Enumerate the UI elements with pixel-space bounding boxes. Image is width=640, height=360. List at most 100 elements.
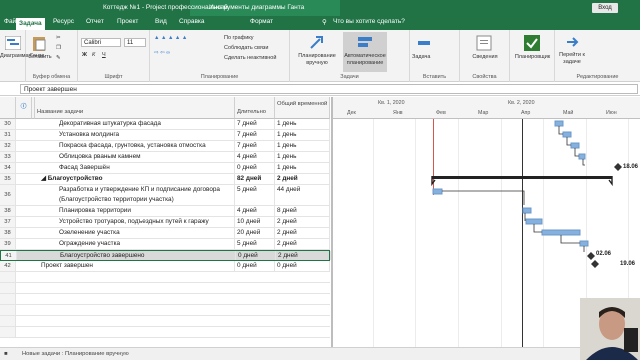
- duration-cell[interactable]: 10 дней: [235, 217, 275, 227]
- task-insert-icon[interactable]: [416, 35, 432, 51]
- duration-cell[interactable]: 0 дней: [236, 251, 276, 260]
- underline-button[interactable]: Ч: [102, 52, 106, 58]
- tab-project[interactable]: Проект: [117, 18, 138, 25]
- tab-report[interactable]: Отчет: [86, 18, 104, 25]
- auto-schedule-icon[interactable]: [357, 34, 373, 50]
- task-insert-button[interactable]: Задача: [412, 54, 430, 60]
- total-slack-cell[interactable]: 8 дней: [275, 206, 330, 216]
- font-name-select[interactable]: Calibri: [81, 38, 121, 47]
- duration-cell[interactable]: 5 дней: [235, 185, 275, 205]
- total-slack-cell[interactable]: 1 день: [275, 119, 330, 129]
- task-name-cell[interactable]: ◢ Благоустройство: [35, 174, 235, 184]
- total-slack-cell[interactable]: 44 дней: [275, 185, 330, 205]
- milestone-facade[interactable]: [614, 163, 622, 171]
- duration-cell[interactable]: 7 дней: [235, 141, 275, 151]
- task-name-cell[interactable]: Фасад Завершён: [35, 163, 235, 173]
- make-inactive-button[interactable]: Сделать неактивной: [224, 55, 276, 61]
- table-row[interactable]: 37 Устройство тротуаров, подъездных путей…: [0, 217, 330, 228]
- task-bar[interactable]: [522, 207, 532, 214]
- task-bar[interactable]: [579, 240, 589, 247]
- duration-cell[interactable]: 7 дней: [235, 130, 275, 140]
- total-slack-column-header[interactable]: Общий временной: [275, 97, 330, 119]
- on-schedule-button[interactable]: По графику: [224, 35, 253, 41]
- info-button[interactable]: Сведения: [460, 54, 510, 60]
- task-name-cell[interactable]: Покраска фасада, грунтовка, установка от…: [35, 141, 235, 151]
- total-slack-cell[interactable]: 2 дней: [275, 174, 330, 184]
- font-size-select[interactable]: 11: [124, 38, 146, 47]
- table-row[interactable]: 38 Планировка территории 4 дней 8 дней: [0, 206, 330, 217]
- table-row[interactable]: 38 Озеленение участка 20 дней 2 дней: [0, 228, 330, 239]
- empty-row[interactable]: [0, 272, 330, 283]
- tab-view[interactable]: Вид: [155, 18, 167, 25]
- paste-icon[interactable]: [32, 35, 46, 51]
- search-box[interactable]: Что вы хотите сделать?: [333, 18, 405, 25]
- task-name-cell[interactable]: Устройство тротуаров, подъездных путей к…: [35, 217, 235, 227]
- indent-icons[interactable]: ⇨ ⇦ ∞: [154, 50, 170, 56]
- table-row[interactable]: 33 Облицовка рваным камнем 4 дней 1 день: [0, 152, 330, 163]
- empty-row[interactable]: [0, 294, 330, 305]
- duration-cell[interactable]: 4 дней: [235, 206, 275, 216]
- task-name-cell[interactable]: Облицовка рваным камнем: [35, 152, 235, 162]
- planner-icon[interactable]: [524, 35, 540, 51]
- duration-cell[interactable]: 0 дней: [235, 261, 275, 271]
- italic-button[interactable]: К: [92, 52, 95, 58]
- empty-row[interactable]: [0, 316, 330, 327]
- empty-row[interactable]: [0, 283, 330, 294]
- entry-field[interactable]: Проект завершен: [20, 84, 638, 94]
- task-bar[interactable]: [578, 153, 586, 160]
- task-bar[interactable]: [562, 131, 572, 138]
- task-name-cell[interactable]: Проект завершен: [35, 261, 235, 271]
- bold-button[interactable]: Ж: [82, 52, 87, 58]
- total-slack-cell[interactable]: 1 день: [275, 152, 330, 162]
- milestone-landscaping[interactable]: [587, 252, 595, 260]
- signin-button[interactable]: Вход: [592, 3, 618, 13]
- task-bar[interactable]: [432, 188, 443, 195]
- respect-links-button[interactable]: Соблюдать связи: [224, 45, 268, 51]
- goto-task-icon[interactable]: [565, 35, 579, 49]
- table-row[interactable]: 36 Разработка и утверждение КП и подписан…: [0, 185, 330, 206]
- planner-button[interactable]: Планировщик: [510, 54, 555, 60]
- task-bar[interactable]: [570, 142, 580, 149]
- task-name-cell[interactable]: Ограждение участка: [35, 239, 235, 249]
- cut-icon[interactable]: ✂: [56, 35, 61, 41]
- summary-bar[interactable]: [432, 176, 612, 179]
- task-name-cell[interactable]: Установка молдинга: [35, 130, 235, 140]
- paste-button[interactable]: Вставить: [28, 54, 52, 60]
- total-slack-cell[interactable]: 1 день: [275, 130, 330, 140]
- table-row[interactable]: 34 Фасад Завершён 0 дней 1 день: [0, 163, 330, 174]
- task-name-cell[interactable]: Благоустройство завершено: [36, 251, 236, 260]
- total-slack-cell[interactable]: 1 день: [275, 163, 330, 173]
- tab-format[interactable]: Формат: [250, 18, 273, 25]
- duration-cell[interactable]: 4 дней: [235, 152, 275, 162]
- total-slack-cell[interactable]: 2 дней: [275, 239, 330, 249]
- auto-schedule-button[interactable]: Автоматическое планирование: [343, 53, 387, 67]
- collapse-arrow-icon[interactable]: ◢: [41, 175, 48, 182]
- table-row[interactable]: 35 ◢ Благоустройство 82 дней 2 дней: [0, 174, 330, 185]
- tab-resource[interactable]: Ресурс: [53, 18, 74, 25]
- task-name-cell[interactable]: Планировка территории: [35, 206, 235, 216]
- tab-task[interactable]: Задача: [16, 18, 45, 30]
- total-slack-cell[interactable]: 0 дней: [275, 261, 330, 271]
- table-row[interactable]: 39 Ограждение участка 5 дней 2 дней: [0, 239, 330, 250]
- tab-help[interactable]: Справка: [179, 18, 205, 25]
- name-column-header[interactable]: Название задачи: [35, 97, 235, 119]
- info-icon[interactable]: [476, 35, 492, 51]
- duration-cell[interactable]: 0 дней: [235, 163, 275, 173]
- duration-cell[interactable]: 82 дней: [235, 174, 275, 184]
- empty-row[interactable]: [0, 305, 330, 316]
- copy-icon[interactable]: ❐: [56, 45, 61, 51]
- duration-cell[interactable]: 7 дней: [235, 119, 275, 129]
- task-bar[interactable]: [525, 218, 543, 225]
- manual-schedule-button[interactable]: Планирование вручную: [294, 53, 340, 67]
- new-tasks-mode[interactable]: Новые задачи : Планирование вручную: [22, 351, 129, 357]
- total-slack-cell[interactable]: 2 дней: [275, 217, 330, 227]
- table-row[interactable]: 30 Декоративная штукатурка фасада 7 дней 1 …: [0, 119, 330, 130]
- gantt-label[interactable]: Диаграмма Ганта: [0, 53, 44, 59]
- table-row[interactable]: 32 Покраска фасада, грунтовка, установка …: [0, 141, 330, 152]
- task-name-cell[interactable]: Разработка и утверждение КП и подписание…: [35, 185, 235, 205]
- table-row[interactable]: 31 Установка молдинга 7 дней 1 день: [0, 130, 330, 141]
- total-slack-cell[interactable]: 1 день: [275, 141, 330, 151]
- manual-schedule-icon[interactable]: [308, 34, 324, 50]
- task-bar[interactable]: [554, 120, 564, 127]
- total-slack-cell[interactable]: 2 дней: [276, 251, 331, 260]
